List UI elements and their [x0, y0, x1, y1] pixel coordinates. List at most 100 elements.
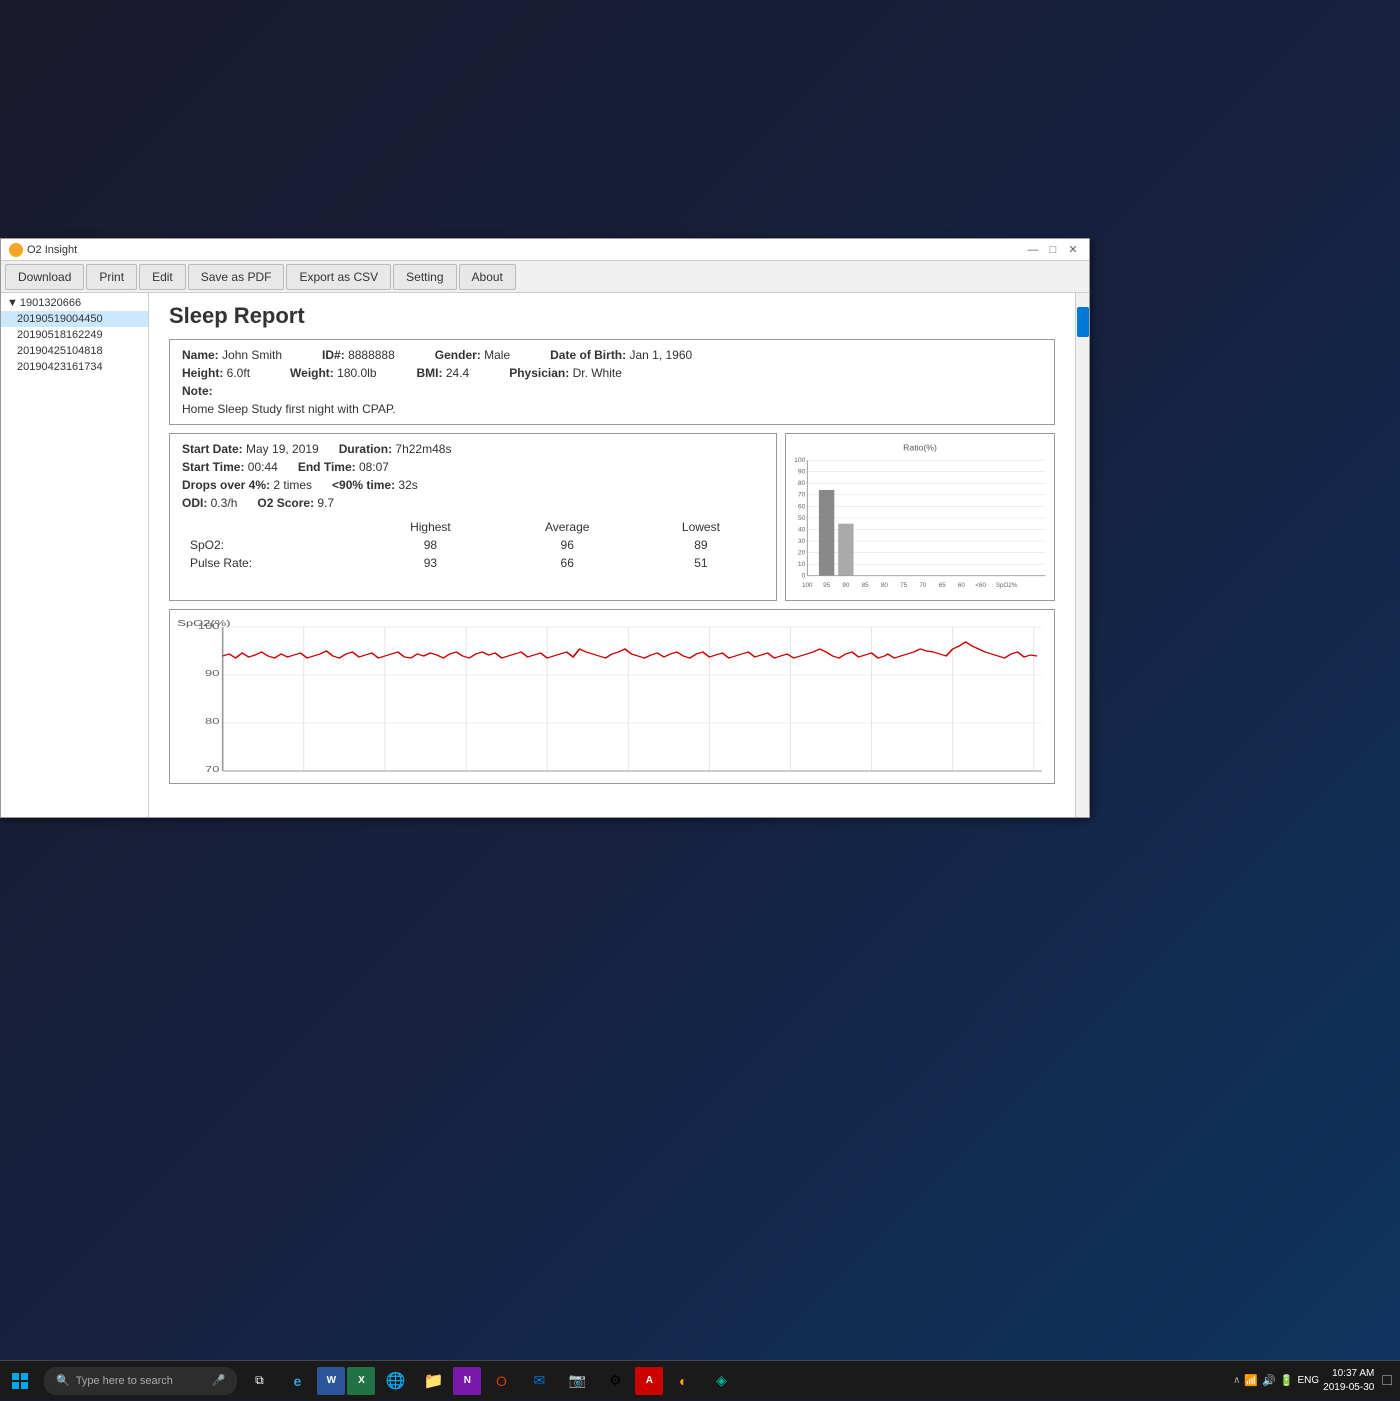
name-value: John Smith: [222, 348, 282, 362]
settings-icon[interactable]: ⚙: [597, 1363, 633, 1399]
taskbar: 🔍 🎤 ⧉ e W X 🌐 📁 N O ✉ 📷 ⚙ A ◐ ◈ ∧ 📶 🔊: [0, 1360, 1400, 1400]
patient-name: Name: John Smith: [182, 348, 282, 362]
weight-value: 180.0lb: [337, 366, 376, 380]
scrollbar-thumb[interactable]: [1077, 307, 1089, 337]
patient-height: Height: 6.0ft: [182, 366, 250, 380]
desktop: O2 Insight — □ ✕ Download Print Edit Sav…: [0, 0, 1400, 1400]
dob-value: Jan 1, 1960: [629, 348, 692, 362]
svg-text:100: 100: [198, 622, 220, 631]
stats-row-1: Start Date: May 19, 2019 Duration: 7h22m…: [182, 442, 764, 456]
office-icon[interactable]: O: [483, 1363, 519, 1399]
height-label: Height:: [182, 366, 227, 380]
sidebar-item-1[interactable]: 20190518162249: [1, 327, 148, 343]
svg-text:0: 0: [802, 573, 806, 580]
camera-icon[interactable]: 📷: [559, 1363, 595, 1399]
sidebar-item-0[interactable]: 20190519004450: [1, 311, 148, 327]
weight-label: Weight:: [290, 366, 337, 380]
report-title: Sleep Report: [169, 303, 1055, 329]
edge-icon[interactable]: e: [279, 1363, 315, 1399]
chrome-icon[interactable]: 🌐: [377, 1363, 413, 1399]
spo2-chart-svg: SpO2(%) 100 90 80 70: [174, 614, 1050, 784]
svg-text:SpO2%: SpO2%: [996, 582, 1018, 589]
minimize-button[interactable]: —: [1025, 242, 1041, 258]
pulse-label: Pulse Rate:: [182, 554, 364, 572]
physician-value: Dr. White: [573, 366, 622, 380]
app-window: O2 Insight — □ ✕ Download Print Edit Sav…: [0, 238, 1090, 818]
pulse-average: 66: [497, 554, 638, 572]
svg-text:80: 80: [881, 582, 888, 589]
svg-text:65: 65: [939, 582, 946, 589]
excel-icon[interactable]: X: [347, 1367, 375, 1395]
under90: <90% time: 32s: [332, 478, 418, 492]
patient-bmi: BMI: 24.4: [417, 366, 470, 380]
maximize-button[interactable]: □: [1045, 242, 1061, 258]
bar-chart-container: Ratio(%) 100 90 80 70 60 50 40 30 20: [785, 433, 1055, 601]
search-input[interactable]: [76, 1375, 206, 1387]
table-row: Pulse Rate: 93 66 51: [182, 554, 764, 572]
up-arrow-icon[interactable]: ∧: [1233, 1375, 1240, 1386]
search-icon: 🔍: [56, 1374, 70, 1387]
id-value: 8888888: [348, 348, 395, 362]
pulse-highest: 93: [364, 554, 496, 572]
physician-label: Physician:: [509, 366, 572, 380]
explorer-icon[interactable]: 📁: [415, 1363, 451, 1399]
content-area[interactable]: Sleep Report Name: John Smith ID#: 88888…: [149, 293, 1075, 817]
patient-note: Note:: [182, 384, 1042, 398]
patient-row-1: Name: John Smith ID#: 8888888 Gender: Ma…: [182, 348, 1042, 362]
window-title: O2 Insight: [27, 244, 1025, 256]
patient-gender: Gender: Male: [435, 348, 510, 362]
patient-physician: Physician: Dr. White: [509, 366, 622, 380]
odi: ODI: 0.3/h: [182, 496, 237, 510]
patient-info-box: Name: John Smith ID#: 8888888 Gender: Ma…: [169, 339, 1055, 425]
onenote-icon[interactable]: N: [453, 1367, 481, 1395]
notification-icon[interactable]: □: [1382, 1372, 1392, 1390]
word-icon[interactable]: W: [317, 1367, 345, 1395]
mail-icon[interactable]: ✉: [521, 1363, 557, 1399]
name-label: Name:: [182, 348, 222, 362]
spo2-trace: [223, 642, 1037, 658]
spo2-lowest: 89: [638, 536, 764, 554]
svg-text:90: 90: [842, 582, 849, 589]
about-button[interactable]: About: [459, 264, 516, 290]
sidebar-item-3[interactable]: 20190423161734: [1, 359, 148, 375]
spo2-highest: 98: [364, 536, 496, 554]
end-time: End Time: 08:07: [298, 460, 389, 474]
app-icon: [9, 243, 23, 257]
stats-row-3: Drops over 4%: 2 times <90% time: 32s: [182, 478, 764, 492]
id-label: ID#:: [322, 348, 348, 362]
stats-section: Start Date: May 19, 2019 Duration: 7h22m…: [169, 433, 1055, 601]
task-view-icon[interactable]: ⧉: [241, 1363, 277, 1399]
o2score: O2 Score: 9.7: [257, 496, 334, 510]
start-time: Start Time: 00:44: [182, 460, 278, 474]
acrobat-icon[interactable]: A: [635, 1367, 663, 1395]
app-icon-3[interactable]: ◈: [703, 1363, 739, 1399]
mic-icon: 🎤: [212, 1374, 226, 1387]
stats-left: Start Date: May 19, 2019 Duration: 7h22m…: [169, 433, 777, 601]
svg-text:100: 100: [794, 457, 805, 464]
sidebar-group-header[interactable]: ▼ 1901320666: [1, 295, 148, 311]
window-titlebar: O2 Insight — □ ✕: [1, 239, 1089, 261]
save-pdf-button[interactable]: Save as PDF: [188, 264, 285, 290]
svg-text:70: 70: [205, 765, 219, 774]
close-button[interactable]: ✕: [1065, 242, 1081, 258]
start-button[interactable]: [0, 1361, 40, 1401]
export-csv-button[interactable]: Export as CSV: [286, 264, 391, 290]
svg-text:80: 80: [798, 480, 806, 487]
scrollbar[interactable]: [1075, 293, 1089, 817]
svg-text:75: 75: [900, 582, 907, 589]
app-icon-2[interactable]: ◐: [665, 1363, 701, 1399]
sidebar-item-2[interactable]: 20190425104818: [1, 343, 148, 359]
volume-icon: 🔊: [1262, 1374, 1276, 1387]
windows-icon: [12, 1373, 28, 1389]
edit-button[interactable]: Edit: [139, 264, 186, 290]
print-button[interactable]: Print: [86, 264, 137, 290]
setting-button[interactable]: Setting: [393, 264, 456, 290]
download-button[interactable]: Download: [5, 264, 84, 290]
taskbar-search[interactable]: 🔍 🎤: [44, 1367, 237, 1395]
lang-label: ENG: [1298, 1375, 1320, 1386]
sidebar-group-label: 1901320666: [20, 297, 81, 309]
svg-text:Ratio(%): Ratio(%): [903, 443, 937, 453]
spo2-average: 96: [497, 536, 638, 554]
svg-text:90: 90: [205, 669, 219, 678]
patient-weight: Weight: 180.0lb: [290, 366, 376, 380]
